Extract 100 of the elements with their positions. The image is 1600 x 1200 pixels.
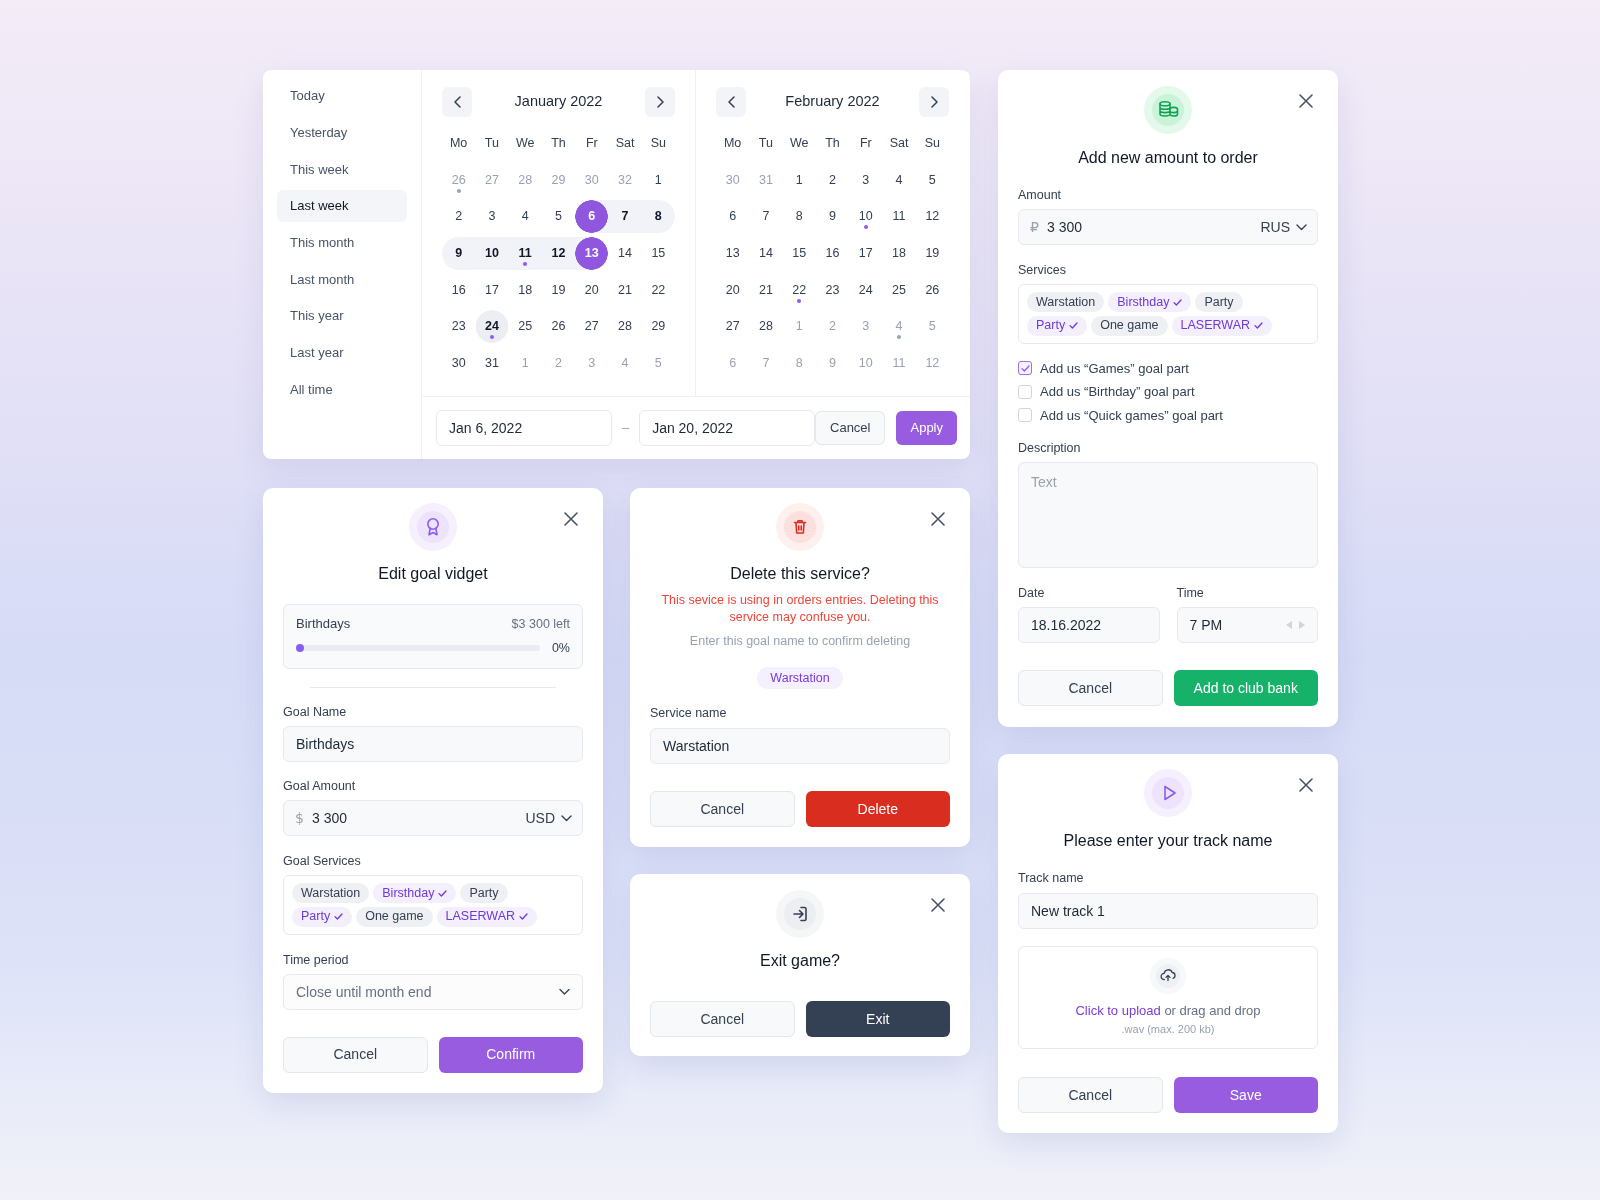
calendar-day[interactable]: 18 — [508, 273, 542, 307]
currency-select[interactable]: RUS — [1260, 219, 1307, 235]
preset-option[interactable]: This week — [277, 153, 407, 186]
calendar-day[interactable]: 6 — [575, 200, 609, 234]
calendar-day[interactable]: 19 — [541, 273, 576, 307]
close-icon[interactable] — [1299, 778, 1313, 792]
calendar-day[interactable]: 14 — [608, 236, 642, 270]
checkbox[interactable] — [1018, 361, 1032, 376]
next-month-button[interactable] — [645, 87, 675, 117]
calendar-day[interactable]: 20 — [575, 273, 609, 307]
calendar-day[interactable]: 17 — [849, 236, 883, 270]
preset-option[interactable]: Last week — [277, 190, 407, 223]
service-tag[interactable]: Party — [292, 906, 353, 927]
calendar-day[interactable]: 2 — [442, 200, 476, 234]
save-button[interactable]: Save — [1173, 1077, 1318, 1113]
close-icon[interactable] — [931, 898, 945, 912]
cancel-button[interactable]: Cancel — [815, 411, 886, 445]
calendar-day[interactable]: 13 — [716, 236, 750, 270]
calendar-day[interactable]: 24 — [475, 310, 509, 344]
previous-month-button[interactable] — [442, 87, 472, 117]
calendar-day[interactable]: 29 — [641, 310, 675, 344]
calendar-day[interactable]: 26 — [915, 273, 949, 307]
calendar-day[interactable]: 9 — [442, 236, 476, 270]
track-name-field[interactable]: New track 1 — [1018, 893, 1318, 929]
upload-link[interactable]: Click to upload — [1075, 1003, 1161, 1018]
calendar-day[interactable]: 18 — [882, 236, 916, 270]
cancel-button[interactable]: Cancel — [1018, 670, 1163, 706]
calendar-day[interactable]: 21 — [749, 273, 783, 307]
upload-dropzone[interactable]: Click to upload or drag and drop .wav (max. 200 kb) — [1018, 946, 1318, 1049]
preset-option[interactable]: This month — [277, 226, 407, 259]
calendar-day[interactable]: 12 — [541, 236, 576, 270]
services-field[interactable]: Warstation Birsthday Party Party One game LASERWAR — [283, 875, 583, 935]
calendar-day[interactable]: 4 — [882, 163, 916, 197]
calendar-day[interactable]: 5 — [915, 163, 949, 197]
calendar-day[interactable]: 23 — [815, 273, 850, 307]
calendar-day[interactable]: 22 — [641, 273, 675, 307]
calendar-day[interactable]: 28 — [749, 310, 783, 344]
calendar-day[interactable]: 21 — [608, 273, 642, 307]
preset-option[interactable]: Today — [277, 80, 407, 112]
previous-month-button[interactable] — [716, 87, 746, 117]
calendar-day[interactable]: 17 — [475, 273, 509, 307]
cancel-button[interactable]: Cancel — [650, 1001, 795, 1037]
preset-option[interactable]: Yesterday — [277, 116, 407, 149]
preset-option[interactable]: All time — [277, 373, 407, 406]
service-tag[interactable]: Birsthday — [1108, 292, 1192, 312]
calendar-day[interactable]: 24 — [849, 273, 883, 307]
calendar-day[interactable]: 2 — [815, 163, 850, 197]
service-tag[interactable]: LASERWAR — [1171, 315, 1273, 336]
services-field[interactable]: Warstation Birsthday Party Party One game LASERWAR — [1018, 284, 1318, 344]
confirm-button[interactable]: Confirm — [438, 1036, 583, 1073]
service-tag[interactable]: Warstation — [292, 883, 370, 903]
calendar-day[interactable]: 15 — [641, 236, 675, 270]
calendar-day[interactable]: 6 — [716, 200, 750, 234]
calendar-day[interactable]: 16 — [815, 236, 850, 270]
calendar-day[interactable]: 5 — [541, 200, 576, 234]
next-month-button[interactable] — [919, 87, 949, 117]
delete-button[interactable]: Delete — [805, 791, 950, 827]
goal-name-field[interactable]: Birthdays — [283, 726, 583, 762]
calendar-day[interactable]: 25 — [882, 273, 916, 307]
start-date-field[interactable]: Jan 6, 2022 — [436, 410, 612, 446]
calendar-day[interactable]: 3 — [849, 163, 883, 197]
close-icon[interactable] — [564, 512, 578, 526]
description-field[interactable]: Text — [1018, 462, 1318, 568]
calendar-day[interactable]: 13 — [575, 236, 609, 270]
preset-option[interactable]: This year — [277, 300, 407, 333]
calendar-day[interactable]: 31 — [475, 346, 509, 380]
calendar-day[interactable]: 7 — [749, 200, 783, 234]
calendar-day[interactable]: 26 — [541, 310, 576, 344]
cancel-button[interactable]: Cancel — [1018, 1077, 1163, 1113]
calendar-day[interactable]: 28 — [608, 310, 642, 344]
service-tag[interactable]: Party — [460, 883, 508, 903]
calendar-day[interactable]: 7 — [608, 200, 642, 234]
calendar-day[interactable]: 9 — [815, 200, 850, 234]
calendar-day[interactable]: 11 — [882, 200, 916, 234]
time-period-select[interactable]: Close until month end — [283, 973, 583, 1010]
calendar-day[interactable]: 19 — [915, 236, 949, 270]
calendar-day[interactable]: 8 — [641, 200, 675, 234]
calendar-day[interactable]: 11 — [508, 236, 542, 270]
service-tag[interactable]: Warstation — [1027, 292, 1105, 312]
preset-option[interactable]: Last year — [277, 336, 407, 369]
calendar-day[interactable]: 27 — [575, 310, 609, 344]
calendar-day[interactable]: 16 — [442, 273, 476, 307]
calendar-day[interactable]: 8 — [782, 200, 816, 234]
calendar-day[interactable]: 15 — [782, 236, 816, 270]
currency-select[interactable]: USD — [525, 810, 572, 826]
service-tag[interactable]: Party — [1027, 315, 1088, 336]
apply-button[interactable]: Apply — [896, 411, 957, 445]
calendar-day[interactable]: 25 — [508, 310, 542, 344]
cancel-button[interactable]: Cancel — [650, 791, 795, 827]
calendar-day[interactable]: 10 — [475, 236, 509, 270]
calendar-day[interactable]: 14 — [749, 236, 783, 270]
service-tag[interactable]: Birsthday — [373, 883, 457, 903]
close-icon[interactable] — [931, 512, 945, 526]
calendar-day[interactable]: 20 — [716, 273, 750, 307]
calendar-day[interactable]: 4 — [508, 200, 542, 234]
calendar-day[interactable]: 27 — [716, 310, 750, 344]
calendar-day[interactable]: 22 — [782, 273, 816, 307]
calendar-day[interactable]: 10 — [849, 200, 883, 234]
calendar-day[interactable]: 30 — [442, 346, 476, 380]
service-tag[interactable]: Party — [1195, 292, 1243, 312]
